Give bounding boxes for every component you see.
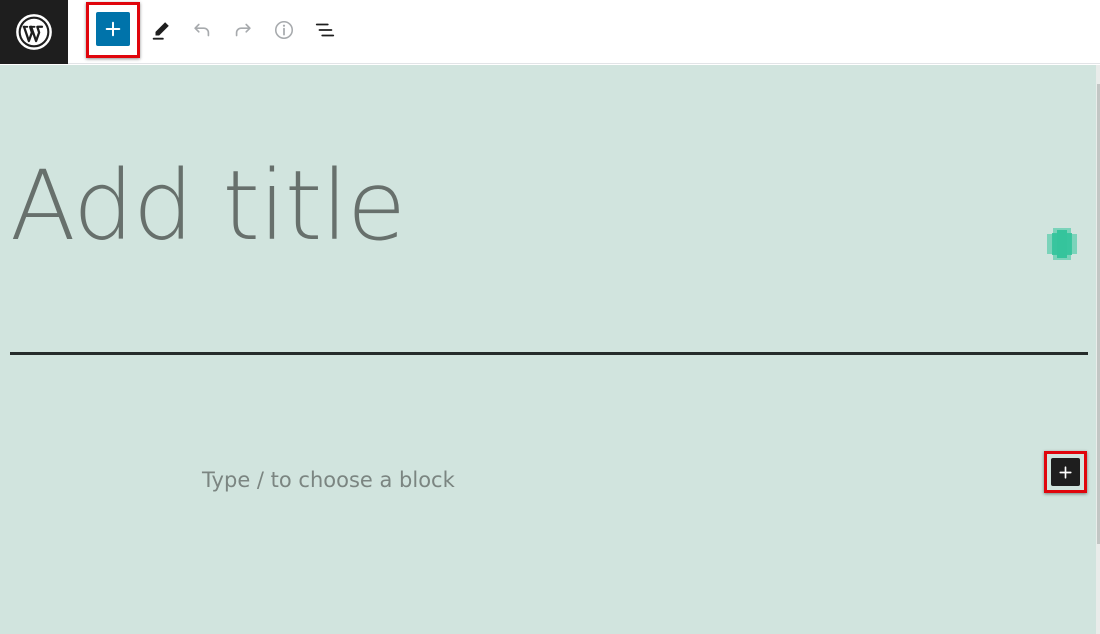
editor-header-toolbar	[0, 0, 1100, 64]
redo-icon	[235, 23, 251, 37]
wordpress-logo-button[interactable]	[0, 0, 68, 64]
list-view-button[interactable]	[310, 14, 340, 46]
plus-icon	[105, 21, 121, 37]
plus-icon	[1059, 465, 1072, 479]
tools-button[interactable]	[146, 14, 176, 46]
info-icon	[274, 20, 294, 40]
details-button[interactable]	[269, 14, 299, 46]
paragraph-block-placeholder[interactable]: Type / to choose a block	[202, 465, 702, 495]
redo-button[interactable]	[228, 14, 258, 46]
undo-button[interactable]	[187, 14, 217, 46]
block-inserter-toggle-button[interactable]	[96, 12, 130, 46]
list-view-icon	[315, 23, 335, 37]
title-separator	[10, 352, 1088, 355]
post-title-input[interactable]: Add title	[10, 146, 910, 266]
wordpress-logo-icon	[16, 14, 52, 50]
add-block-button[interactable]	[1051, 458, 1080, 486]
tools-pen-icon	[152, 22, 169, 40]
undo-icon	[194, 23, 210, 37]
grammar-assistant-icon[interactable]	[1047, 228, 1077, 260]
